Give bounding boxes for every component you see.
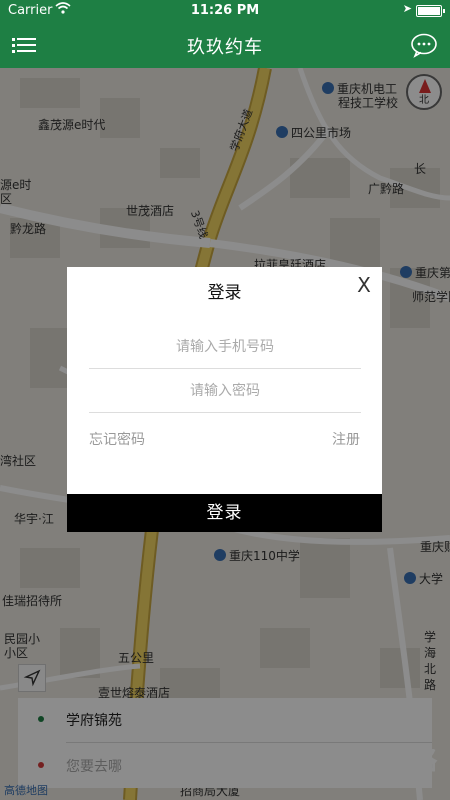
- nav-bar: 玖玖约车: [0, 22, 450, 68]
- message-icon[interactable]: [410, 32, 438, 62]
- register-link[interactable]: 注册: [332, 429, 360, 449]
- clock: 11:26 PM: [190, 3, 260, 18]
- location-arrow-icon: ➤: [402, 2, 412, 15]
- forgot-password-link[interactable]: 忘记密码: [89, 429, 145, 449]
- login-title: 登录: [207, 283, 242, 303]
- login-button[interactable]: 登录: [67, 494, 382, 532]
- phone-field: [89, 325, 361, 369]
- phone-input[interactable]: [89, 325, 361, 368]
- battery-icon: [416, 5, 445, 17]
- close-button[interactable]: X: [354, 273, 374, 297]
- password-field: [89, 369, 361, 413]
- password-input[interactable]: [89, 369, 361, 412]
- status-bar: Carrier 11:26 PM ➤: [0, 0, 450, 22]
- app-title: 玖玖约车: [187, 37, 263, 58]
- login-dialog: 登录 X 忘记密码 注册 登录: [67, 267, 382, 532]
